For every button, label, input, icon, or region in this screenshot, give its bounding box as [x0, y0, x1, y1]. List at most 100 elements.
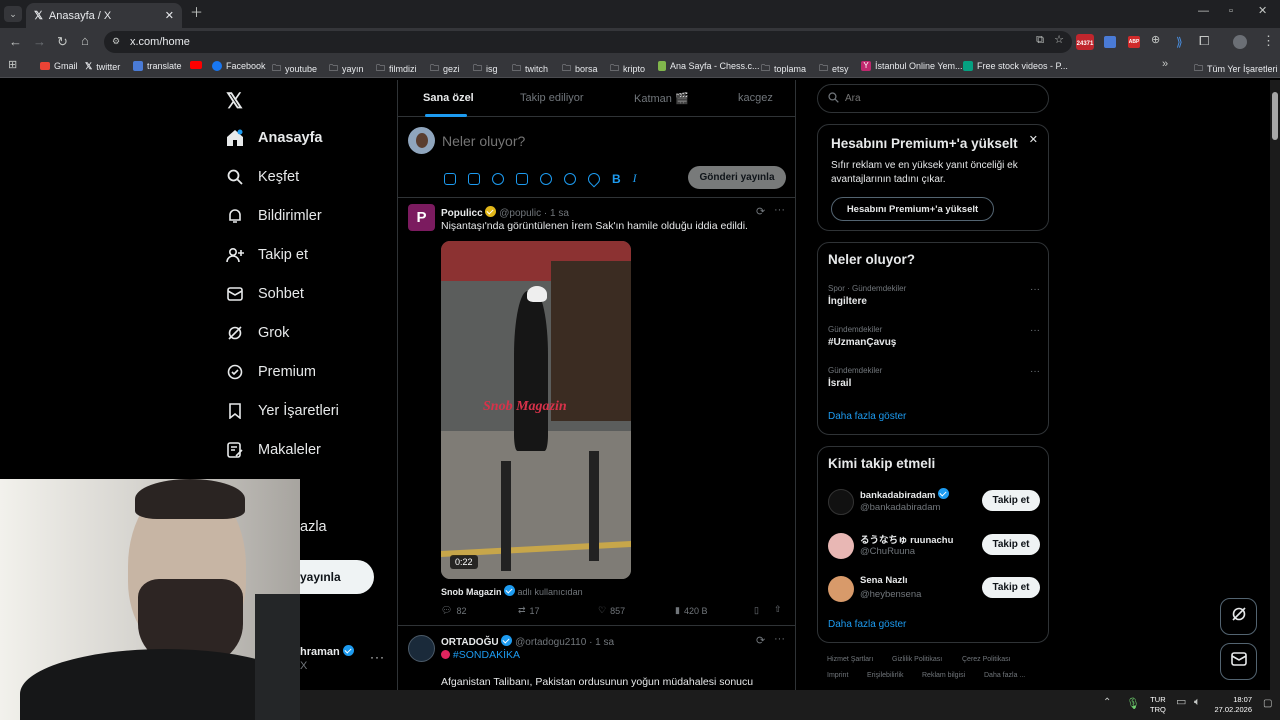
trends-show-more[interactable]: Daha fazla göster: [828, 411, 906, 422]
extension-badge-icon[interactable]: 24371: [1076, 34, 1094, 50]
close-icon[interactable]: ✕: [1029, 133, 1038, 146]
repost-button[interactable]: ⇄ 17: [518, 605, 540, 616]
language-indicator[interactable]: TUR TRQ: [1150, 695, 1166, 715]
address-bar[interactable]: ⚙ x.com/home ⧉ ☆: [104, 31, 1072, 53]
nav-notifications[interactable]: Bildirimler: [226, 204, 322, 228]
nav-home[interactable]: Anasayfa: [226, 126, 322, 150]
bookmark-kripto[interactable]: 🗀 kripto: [610, 61, 645, 77]
bookmark-facebook[interactable]: Facebook: [212, 61, 266, 71]
bookmark-yayin[interactable]: 🗀 yayın: [329, 61, 364, 77]
tab-for-you[interactable]: Sana özel: [423, 92, 474, 104]
adblock-extension-icon[interactable]: ABP: [1128, 36, 1140, 48]
post-avatar[interactable]: [408, 635, 435, 662]
nav-follow[interactable]: Takip et: [226, 243, 308, 267]
nav-articles[interactable]: Makaleler: [226, 438, 321, 462]
bookmark-translate[interactable]: translate: [133, 61, 182, 71]
post-author-name[interactable]: Populicc: [441, 208, 483, 219]
follow-suggestion[interactable]: bankadabiradam @bankadabiradam Takip et: [828, 487, 1040, 519]
bookmark-gmail[interactable]: Gmail: [40, 61, 78, 71]
share-icon[interactable]: ⇧: [774, 604, 782, 615]
post-handle[interactable]: @populic: [499, 208, 541, 219]
translate-extension-icon[interactable]: [1104, 36, 1116, 48]
post-more-icon[interactable]: ···: [774, 633, 785, 645]
reply-button[interactable]: 💬︎ 82: [441, 605, 466, 616]
volume-icon[interactable]: 🔈︎: [1194, 697, 1201, 708]
media-icon[interactable]: [444, 172, 456, 185]
nav-explore[interactable]: Keşfet: [226, 165, 299, 189]
more-bookmarks-icon[interactable]: »: [1162, 59, 1168, 70]
maximize-icon[interactable]: ▫: [1229, 6, 1233, 17]
grok-post-icon[interactable]: ⟳: [756, 634, 765, 647]
bookmark-stock-videos[interactable]: Free stock videos - P...: [963, 61, 1068, 71]
nav-premium[interactable]: Premium: [226, 360, 316, 384]
follow-show-more[interactable]: Daha fazla göster: [828, 619, 906, 630]
video-credit[interactable]: Snob Magazin adlı kullanıcıdan: [441, 585, 583, 597]
footer-link[interactable]: Daha fazla ...: [984, 672, 1025, 679]
close-tab-icon[interactable]: ✕: [165, 9, 174, 22]
apps-grid-icon[interactable]: ⊞: [8, 60, 17, 71]
post-bookmark-icon[interactable]: ▯: [754, 605, 759, 616]
tab-kacgez[interactable]: kacgez: [738, 92, 773, 104]
follow-button[interactable]: Takip et: [982, 534, 1040, 555]
like-button[interactable]: ♡ 857: [598, 605, 625, 616]
menu-kebab-icon[interactable]: ⋮: [1262, 34, 1275, 47]
search-input[interactable]: [845, 93, 1025, 104]
nav-grok[interactable]: Grok: [226, 321, 289, 345]
footer-link[interactable]: Imprint: [827, 672, 848, 679]
bookmark-youtube[interactable]: 🗀 youtube: [272, 61, 317, 77]
post-time[interactable]: · 1 sa: [589, 637, 614, 648]
bookmark-toplama[interactable]: 🗀 toplama: [761, 61, 806, 77]
forward-icon[interactable]: →: [33, 35, 46, 48]
close-window-icon[interactable]: ✕: [1258, 6, 1267, 17]
compose-input[interactable]: [442, 132, 772, 150]
follow-button[interactable]: Takip et: [982, 577, 1040, 598]
search-box[interactable]: [817, 84, 1049, 113]
bookmark-isg[interactable]: 🗀 isg: [473, 61, 498, 77]
clock[interactable]: 18:07 27.02.2026: [1212, 695, 1252, 715]
footer-link[interactable]: Çerez Politikası: [962, 656, 1011, 663]
bookmark-star-icon[interactable]: ☆: [1054, 35, 1064, 46]
location-icon[interactable]: [585, 170, 603, 187]
bookmark-etsy[interactable]: 🗀 etsy: [819, 61, 849, 77]
post-handle[interactable]: @ortadogu2110: [515, 637, 586, 648]
bookmark-youtube-red[interactable]: [190, 61, 202, 69]
network-icon[interactable]: ▭: [1176, 697, 1186, 708]
minimize-icon[interactable]: —: [1198, 6, 1209, 17]
trend-more-icon[interactable]: ···: [1030, 366, 1040, 377]
install-app-icon[interactable]: ⧉: [1036, 35, 1044, 46]
tray-chevron-icon[interactable]: ⌃: [1103, 698, 1111, 708]
notification-icon[interactable]: ▢: [1263, 698, 1272, 709]
footer-link[interactable]: Hizmet Şartları: [827, 656, 873, 663]
bold-icon[interactable]: B: [612, 172, 621, 186]
schedule-icon[interactable]: [564, 172, 576, 185]
footer-link[interactable]: Reklam bilgisi: [922, 672, 965, 679]
site-info-icon[interactable]: ⚙: [112, 36, 120, 47]
new-tab-icon[interactable]: ＋: [190, 6, 203, 19]
nav-messages[interactable]: Sohbet: [226, 282, 304, 306]
reload-icon[interactable]: ↻: [57, 35, 68, 48]
messages-floating-button[interactable]: [1220, 643, 1257, 680]
trend-item[interactable]: Gündemdekiler İsrail ···: [828, 366, 1040, 389]
bookmark-twitch[interactable]: 🗀 twitch: [512, 61, 548, 77]
trend-item[interactable]: Gündemdekiler #UzmanÇavuş ···: [828, 325, 1040, 348]
profile-avatar[interactable]: [1233, 35, 1247, 49]
composer-avatar[interactable]: [408, 127, 435, 154]
post-time[interactable]: · 1 sa: [544, 208, 569, 219]
trend-item[interactable]: Spor · Gündemdekiler İngiltere ···: [828, 284, 1040, 307]
bookmark-istanbul[interactable]: Y İstanbul Online Yem...: [861, 61, 963, 71]
x-logo-icon[interactable]: 𝕏: [226, 89, 243, 114]
grok-floating-button[interactable]: [1220, 598, 1257, 635]
scrollbar-thumb[interactable]: [1272, 92, 1278, 140]
post-hashtag[interactable]: #SONDAKİKA: [441, 649, 520, 661]
bookmark-gezi[interactable]: 🗀 gezi: [430, 61, 460, 77]
extensions-puzzle-icon[interactable]: ⧠: [1199, 34, 1209, 47]
bookmark-chess[interactable]: Ana Sayfa - Chess.c...: [658, 61, 760, 71]
grok-post-icon[interactable]: ⟳: [756, 205, 765, 218]
wave-extension-icon[interactable]: ⟫: [1176, 35, 1183, 49]
nav-bookmarks[interactable]: Yer İşaretleri: [226, 399, 339, 423]
follow-button[interactable]: Takip et: [982, 490, 1040, 511]
tab-following[interactable]: Takip ediliyor: [520, 92, 584, 104]
emoji-icon[interactable]: [540, 172, 552, 185]
gif-icon[interactable]: [468, 172, 480, 185]
compose-post-button[interactable]: Gönderi yayınla: [688, 166, 786, 189]
